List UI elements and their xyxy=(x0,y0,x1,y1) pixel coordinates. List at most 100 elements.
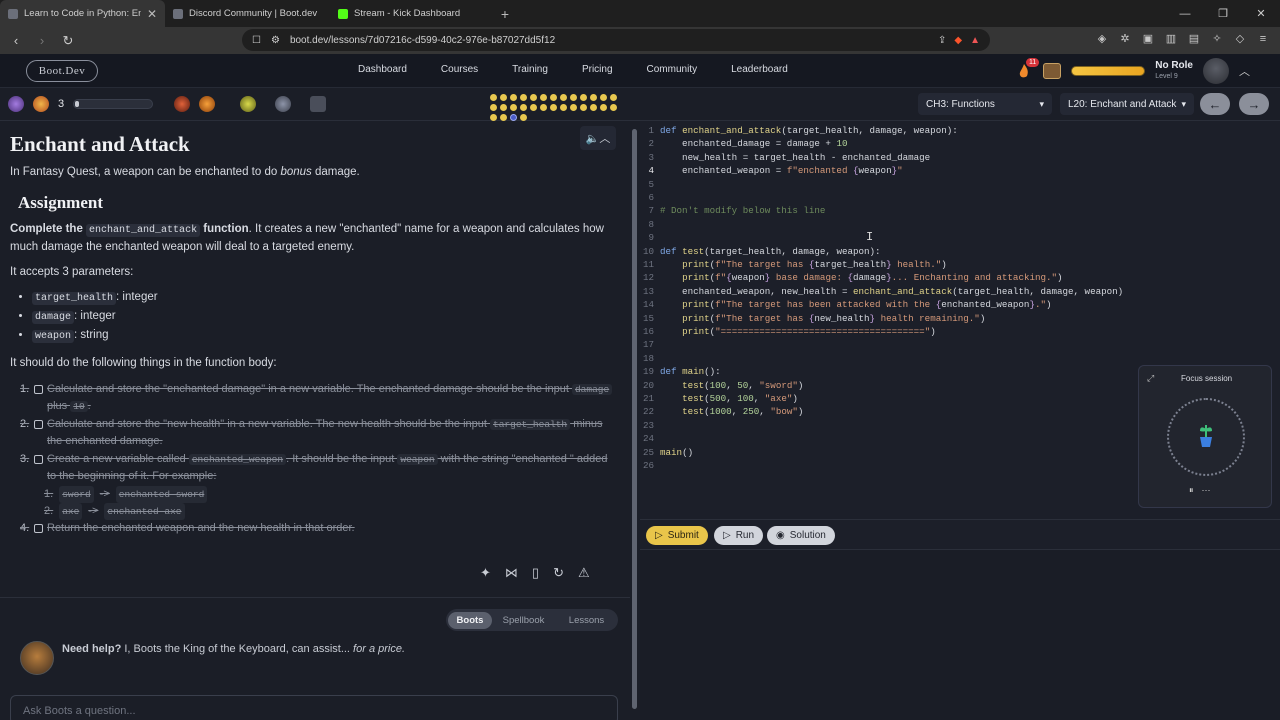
expand-icon[interactable]: ⤢ xyxy=(1147,373,1154,384)
progress-dot[interactable] xyxy=(600,104,607,111)
browser-tab-kick[interactable]: Stream - Kick Dashboard xyxy=(330,0,495,27)
code-line[interactable]: 19 def main(): xyxy=(640,366,721,379)
reload-icon[interactable]: ↻ xyxy=(60,33,76,49)
progress-dot[interactable] xyxy=(600,94,607,101)
avatar[interactable] xyxy=(1203,58,1229,84)
progress-dot[interactable] xyxy=(550,104,557,111)
close-tab-icon[interactable]: ✕ xyxy=(147,7,157,21)
progress-dot[interactable] xyxy=(610,94,617,101)
code-line[interactable]: 4 enchanted_weapon = f"enchanted {weapon… xyxy=(640,165,902,178)
scroll-icon[interactable] xyxy=(310,96,327,112)
checkbox-icon[interactable] xyxy=(34,524,43,533)
code-line[interactable]: 9 xyxy=(640,232,660,245)
progress-dot[interactable] xyxy=(490,104,497,111)
scrollbar-thumb[interactable] xyxy=(632,129,637,709)
gem-icon[interactable] xyxy=(33,96,49,112)
code-line[interactable]: 10 def test(target_health, damage, weapon… xyxy=(640,246,881,259)
report-icon[interactable]: ⚠ xyxy=(578,565,590,581)
code-line[interactable]: 16 print("==============================… xyxy=(640,326,936,339)
maximize-icon[interactable]: ❐ xyxy=(1204,0,1242,27)
progress-dot[interactable] xyxy=(610,104,617,111)
code-line[interactable]: 3 new_health = target_health - enchanted… xyxy=(640,152,930,165)
checkbox-icon[interactable] xyxy=(34,455,43,464)
checkbox-icon[interactable] xyxy=(34,385,43,394)
code-line[interactable]: 21 test(500, 100, "axe") xyxy=(640,393,798,406)
progress-dot[interactable] xyxy=(500,104,507,111)
code-line[interactable]: 15 print(f"The target has {new_health} h… xyxy=(640,313,985,326)
code-line[interactable]: 23 xyxy=(640,420,660,433)
code-line[interactable]: 14 print(f"The target has been attacked … xyxy=(640,299,1052,312)
code-line[interactable]: 1 def enchant_and_attack(target_health, d… xyxy=(640,125,957,138)
minimize-icon[interactable]: — xyxy=(1166,0,1204,27)
progress-dot[interactable] xyxy=(490,114,497,121)
lesson-scrollbar[interactable] xyxy=(630,121,640,720)
progress-dot[interactable] xyxy=(540,104,547,111)
code-line[interactable]: 26 xyxy=(640,460,660,473)
code-line[interactable]: 18 xyxy=(640,353,660,366)
chapter-select[interactable]: CH3: Functions ▾ xyxy=(918,93,1052,115)
ai-icon[interactable]: ✧ xyxy=(1210,32,1224,46)
site-info-icon[interactable]: ⚙ xyxy=(271,35,280,46)
code-line[interactable]: 17 xyxy=(640,339,660,352)
progress-dot[interactable] xyxy=(520,94,527,101)
chevron-up-icon[interactable]: ︿ xyxy=(1239,63,1250,79)
nav-leaderboard[interactable]: Leaderboard xyxy=(731,64,788,75)
progress-dot[interactable] xyxy=(540,94,547,101)
progress-dot[interactable] xyxy=(580,104,587,111)
rewards-icon[interactable]: ▲ xyxy=(970,35,980,46)
sidebar-icon[interactable]: ▥ xyxy=(1164,32,1178,46)
progress-dot[interactable] xyxy=(530,104,537,111)
progress-dot[interactable] xyxy=(550,94,557,101)
url-bar[interactable]: ☐ ⚙ boot.dev/lessons/7d07216c-d599-40c2-… xyxy=(242,29,990,51)
code-line[interactable]: 8 xyxy=(640,219,660,232)
progress-dot[interactable] xyxy=(590,104,597,111)
checkbox-icon[interactable] xyxy=(34,420,43,429)
code-line[interactable]: 2 enchanted_damage = damage + 10 xyxy=(640,138,847,151)
progress-dot[interactable] xyxy=(490,94,497,101)
menu-icon[interactable]: ≡ xyxy=(1256,32,1270,46)
vpn-icon[interactable]: ◇ xyxy=(1233,32,1247,46)
browser-tab-bootdev[interactable]: Learn to Code in Python: Enchant ✕ xyxy=(0,0,165,27)
progress-dot[interactable] xyxy=(580,94,587,101)
code-line[interactable]: 13 enchanted_weapon, new_health = enchan… xyxy=(640,286,1123,299)
code-line[interactable]: 12 print(f"{weapon} base damage: {damage… xyxy=(640,272,1063,285)
tab-boots[interactable]: Boots xyxy=(448,611,492,629)
solution-button[interactable]: ◉ Solution xyxy=(767,526,835,545)
prev-lesson-button[interactable]: ← xyxy=(1200,93,1230,115)
code-line[interactable]: 22 test(1000, 250, "bow") xyxy=(640,406,803,419)
puzzle-icon[interactable]: ✲ xyxy=(1118,32,1132,46)
nav-community[interactable]: Community xyxy=(647,64,698,75)
next-lesson-button[interactable]: → xyxy=(1239,93,1269,115)
code-line[interactable]: 11 print(f"The target has {target_health… xyxy=(640,259,947,272)
submit-button[interactable]: ▷ Submit xyxy=(646,526,708,545)
audio-button[interactable]: 🔈︿ xyxy=(580,126,616,150)
pause-icon[interactable]: ⏸ xyxy=(1189,485,1194,496)
browser-tab-discord[interactable]: Discord Community | Boot.dev xyxy=(165,0,330,27)
progress-dot[interactable] xyxy=(520,114,527,121)
nav-pricing[interactable]: Pricing xyxy=(582,64,613,75)
bookmark-icon[interactable]: ▯ xyxy=(532,565,539,581)
tab-lessons[interactable]: Lessons xyxy=(555,615,618,626)
code-line[interactable]: 20 test(100, 50, "sword") xyxy=(640,380,803,393)
progress-dot[interactable] xyxy=(500,114,507,121)
magic-wand-icon[interactable]: ✦ xyxy=(480,565,491,581)
lesson-select[interactable]: L20: Enchant and Attack ▾ xyxy=(1060,93,1194,115)
progress-dot[interactable] xyxy=(510,94,517,101)
nav-training[interactable]: Training xyxy=(512,64,548,75)
share-icon[interactable]: ⋈ xyxy=(505,565,518,581)
chest-icon[interactable] xyxy=(1043,63,1062,79)
progress-dot[interactable] xyxy=(560,104,567,111)
extension-icon[interactable]: ◈ xyxy=(1095,32,1109,46)
progress-dot[interactable] xyxy=(590,94,597,101)
brave-shield-icon[interactable]: ◆ xyxy=(954,35,962,46)
code-line[interactable]: 5 xyxy=(640,179,660,192)
code-line[interactable]: 25 main() xyxy=(640,447,693,460)
wallet-icon[interactable]: ▤ xyxy=(1187,32,1201,46)
bootdev-logo[interactable]: Boot.Dev xyxy=(26,60,98,82)
focus-session-widget[interactable]: ⤢ Focus session ⏸ ⋯ xyxy=(1138,365,1272,508)
bookmark-icon[interactable]: ☐ xyxy=(252,35,261,46)
progress-dot[interactable] xyxy=(520,104,527,111)
nav-dashboard[interactable]: Dashboard xyxy=(358,64,407,75)
flask-icon[interactable] xyxy=(275,96,292,112)
progress-dot[interactable] xyxy=(570,104,577,111)
